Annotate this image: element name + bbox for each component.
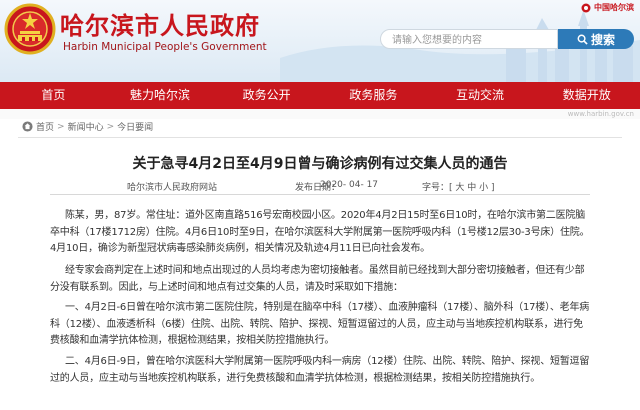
site-header: 哈尔滨市人民政府 Harbin Municipal People's Gover… <box>0 0 640 82</box>
article-source: 哈尔滨市人民政府网站 <box>127 183 218 193</box>
breadcrumb-news[interactable]: 新闻中心 <box>68 120 104 133</box>
breadcrumb-today[interactable]: 今日要闻 <box>117 120 153 133</box>
logo-text: 中国哈尔滨 <box>594 3 634 12</box>
url-strip: www.harbin.gov.cn <box>0 109 640 119</box>
breadcrumb-home[interactable]: 首页 <box>36 120 54 133</box>
article-paragraph: 陈某，男，87岁。常住址：道外区南直路516号宏南校园小区。2020年4月2日1… <box>50 210 590 254</box>
nav-item-interaction[interactable]: 互动交流 <box>427 82 534 109</box>
divider <box>18 137 622 138</box>
article-paragraph: 二、4月6日-9日，曾在哈尔滨医科大学附属第一医院呼吸内科一病房（12楼）住院、… <box>50 356 590 384</box>
nav-item-charm-harbin[interactable]: 魅力哈尔滨 <box>107 82 214 109</box>
site-subtitle: Harbin Municipal People's Government <box>63 41 267 53</box>
home-icon <box>22 121 33 132</box>
national-emblem-icon <box>4 3 56 55</box>
nav-item-gov-service[interactable]: 政务服务 <box>320 82 427 109</box>
search-icon <box>577 34 588 45</box>
article-paragraph: 经专家会商判定在上述时间和地点出现过的人员均考虑为密切接触者。虽然目前已经找到大… <box>50 265 585 293</box>
nav-item-open-data[interactable]: 数据开放 <box>533 82 640 109</box>
breadcrumb-separator: > <box>106 121 115 132</box>
search-button[interactable]: 搜索 <box>558 29 634 49</box>
publish-date: 2020- 04- 17 <box>320 180 379 190</box>
article-title: 关于急寻4月2日至4月9日曾与确诊病例有过交集人员的通告 <box>132 156 508 172</box>
breadcrumb: 首页 > 新闻中心 > 今日要闻 <box>22 120 153 133</box>
harbin-logo-icon <box>581 3 591 12</box>
top-logo[interactable]: 中国哈尔滨 <box>581 2 634 13</box>
search-button-label: 搜索 <box>590 32 615 47</box>
article-paragraph: 一、4月2日-6日曾在哈尔滨市第二医院住院，特别是在脑卒中科（17楼）、血液肿瘤… <box>50 302 590 346</box>
breadcrumb-separator: > <box>57 121 65 132</box>
search-input[interactable] <box>380 29 558 49</box>
main-nav: 首页 魅力哈尔滨 政务公开 政务服务 互动交流 数据开放 <box>0 82 640 109</box>
nav-item-gov-open[interactable]: 政务公开 <box>213 82 320 109</box>
url-text: www.harbin.gov.cn <box>567 110 634 118</box>
font-size-switcher[interactable]: 字号：[ 大 中 小 ] <box>422 180 494 193</box>
divider <box>50 194 590 195</box>
site-title: 哈尔滨市人民政府 <box>60 11 260 40</box>
nav-item-home[interactable]: 首页 <box>0 82 107 109</box>
